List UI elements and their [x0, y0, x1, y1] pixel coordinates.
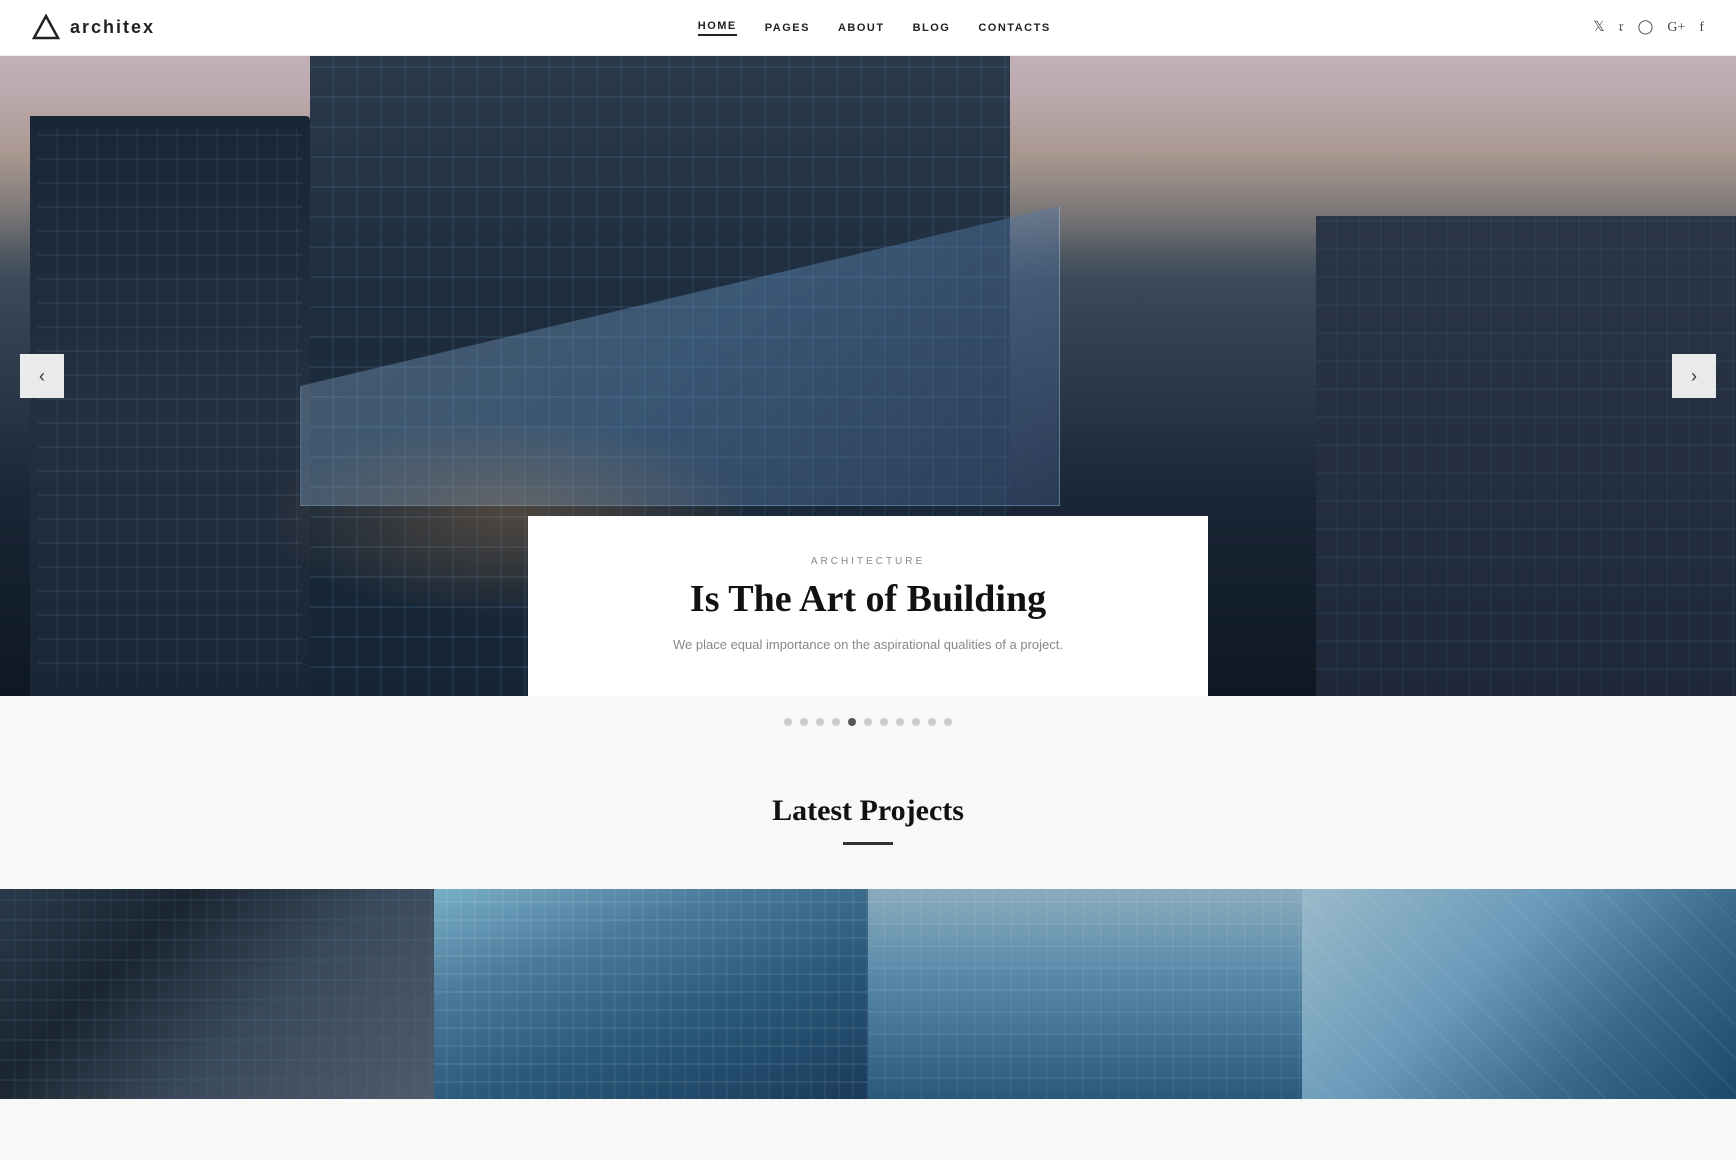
slide-title: Is The Art of Building — [588, 579, 1148, 621]
nav-home[interactable]: HOME — [698, 20, 737, 36]
project-image-2 — [434, 889, 868, 1099]
slide-description: We place equal importance on the aspirat… — [588, 635, 1148, 656]
dot-2[interactable] — [800, 718, 808, 726]
project-card-2[interactable] — [434, 889, 868, 1099]
hero-slider: ‹ › ARCHITECTURE Is The Art of Building … — [0, 56, 1736, 696]
nav-contacts[interactable]: CONTACTS — [978, 22, 1050, 34]
main-nav: HOME PAGES ABOUT BLOG CONTACTS — [698, 20, 1051, 36]
instagram-icon[interactable]: ◯ — [1638, 19, 1654, 36]
header: architex HOME PAGES ABOUT BLOG CONTACTS … — [0, 0, 1736, 56]
dot-11[interactable] — [944, 718, 952, 726]
dot-6[interactable] — [864, 718, 872, 726]
project-card-4[interactable] — [1302, 889, 1736, 1099]
project-image-4 — [1302, 889, 1736, 1099]
dot-5[interactable] — [848, 718, 856, 726]
building-right — [1316, 216, 1736, 696]
project-image-3 — [868, 889, 1302, 1099]
logo-icon — [32, 14, 60, 42]
latest-projects-section: Latest Projects — [0, 754, 1736, 1099]
project-card-1[interactable] — [0, 889, 434, 1099]
slider-dots — [0, 696, 1736, 754]
dot-3[interactable] — [816, 718, 824, 726]
slider-prev-button[interactable]: ‹ — [20, 354, 64, 398]
social-links: 𝕏 𝔯 ◯ G+ f — [1593, 19, 1704, 36]
nav-pages[interactable]: PAGES — [765, 22, 810, 34]
section-title: Latest Projects — [0, 794, 1736, 828]
projects-grid — [0, 889, 1736, 1099]
dot-8[interactable] — [896, 718, 904, 726]
section-divider — [843, 842, 893, 845]
nav-blog[interactable]: BLOG — [913, 22, 951, 34]
slide-category: ARCHITECTURE — [588, 556, 1148, 567]
section-header: Latest Projects — [0, 764, 1736, 861]
nav-about[interactable]: ABOUT — [838, 22, 885, 34]
dot-1[interactable] — [784, 718, 792, 726]
googleplus-icon[interactable]: G+ — [1667, 20, 1685, 36]
twitter-icon[interactable]: 𝕏 — [1593, 19, 1604, 36]
dot-4[interactable] — [832, 718, 840, 726]
dot-10[interactable] — [928, 718, 936, 726]
logo-area[interactable]: architex — [32, 14, 155, 42]
slide-text-box: ARCHITECTURE Is The Art of Building We p… — [528, 516, 1208, 696]
dot-9[interactable] — [912, 718, 920, 726]
project-card-3[interactable] — [868, 889, 1302, 1099]
slider-next-button[interactable]: › — [1672, 354, 1716, 398]
pinterest-icon[interactable]: 𝔯 — [1619, 20, 1624, 36]
facebook-icon[interactable]: f — [1699, 20, 1704, 36]
dot-7[interactable] — [880, 718, 888, 726]
site-name: architex — [70, 17, 155, 38]
project-image-1 — [0, 889, 434, 1099]
